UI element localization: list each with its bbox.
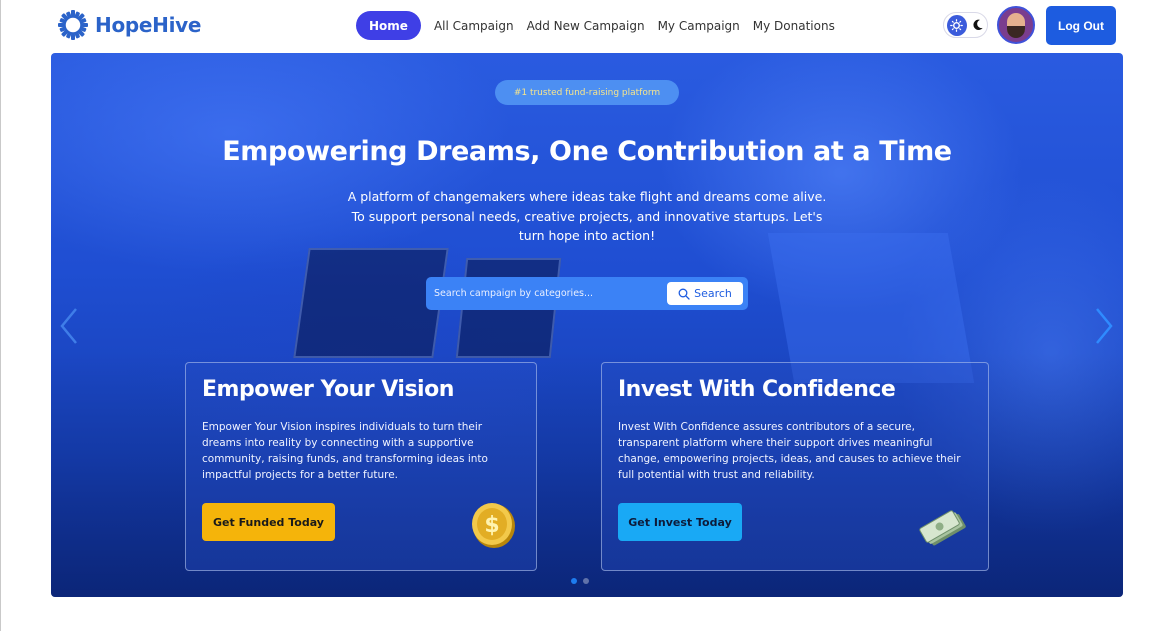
page: HopeHive Home All Campaign Add New Campa…: [0, 0, 1176, 631]
chevron-right-icon[interactable]: [1094, 306, 1114, 346]
get-funded-button[interactable]: Get Funded Today: [202, 503, 335, 541]
navbar: HopeHive Home All Campaign Add New Campa…: [1, 0, 1176, 52]
moon-icon: [973, 19, 983, 30]
nav-my-donations[interactable]: My Donations: [753, 11, 835, 40]
theme-toggle[interactable]: [943, 12, 988, 38]
main-menu: Home All Campaign Add New Campaign My Ca…: [356, 11, 835, 40]
user-avatar[interactable]: [997, 6, 1035, 44]
nav-my-campaign[interactable]: My Campaign: [658, 11, 740, 40]
sun-icon: [947, 14, 967, 36]
get-invest-button[interactable]: Get Invest Today: [618, 503, 742, 541]
feature-card-invest: Invest With Confidence Invest With Confi…: [601, 362, 989, 571]
search-icon: [678, 288, 690, 300]
svg-text:$: $: [484, 513, 499, 538]
search-bar: Search: [426, 277, 748, 310]
hero-description: A platform of changemakers where ideas t…: [347, 189, 827, 243]
nav-home[interactable]: Home: [356, 11, 421, 40]
card-title: Empower Your Vision: [202, 377, 454, 402]
slider-dot[interactable]: [571, 578, 577, 584]
logout-button[interactable]: Log Out: [1046, 6, 1116, 45]
chevron-left-icon[interactable]: [59, 306, 79, 346]
hero-title: Empowering Dreams, One Contribution at a…: [222, 136, 952, 167]
brand-name: HopeHive: [95, 13, 202, 37]
trusted-badge: #1 trusted fund-raising platform: [495, 80, 679, 105]
search-button[interactable]: Search: [667, 282, 743, 305]
gold-coin-icon: $: [472, 503, 515, 548]
card-title: Invest With Confidence: [618, 377, 896, 402]
gear-sun-icon: [58, 10, 88, 40]
avatar-beard: [1007, 26, 1025, 38]
slider-dots: [571, 578, 589, 584]
slider-dot[interactable]: [583, 578, 589, 584]
nav-all-campaign[interactable]: All Campaign: [434, 11, 514, 40]
search-button-label: Search: [694, 287, 732, 300]
search-input[interactable]: [434, 282, 666, 305]
nav-add-new-campaign[interactable]: Add New Campaign: [527, 11, 645, 40]
hero-banner: #1 trusted fund-raising platform Empower…: [51, 53, 1123, 597]
feature-card-empower: Empower Your Vision Empower Your Vision …: [185, 362, 537, 571]
brand-logo[interactable]: HopeHive: [58, 10, 201, 40]
card-text: Empower Your Vision inspires individuals…: [202, 421, 488, 481]
money-stack-icon: [919, 510, 966, 546]
card-text: Invest With Confidence assures contribut…: [618, 421, 961, 481]
